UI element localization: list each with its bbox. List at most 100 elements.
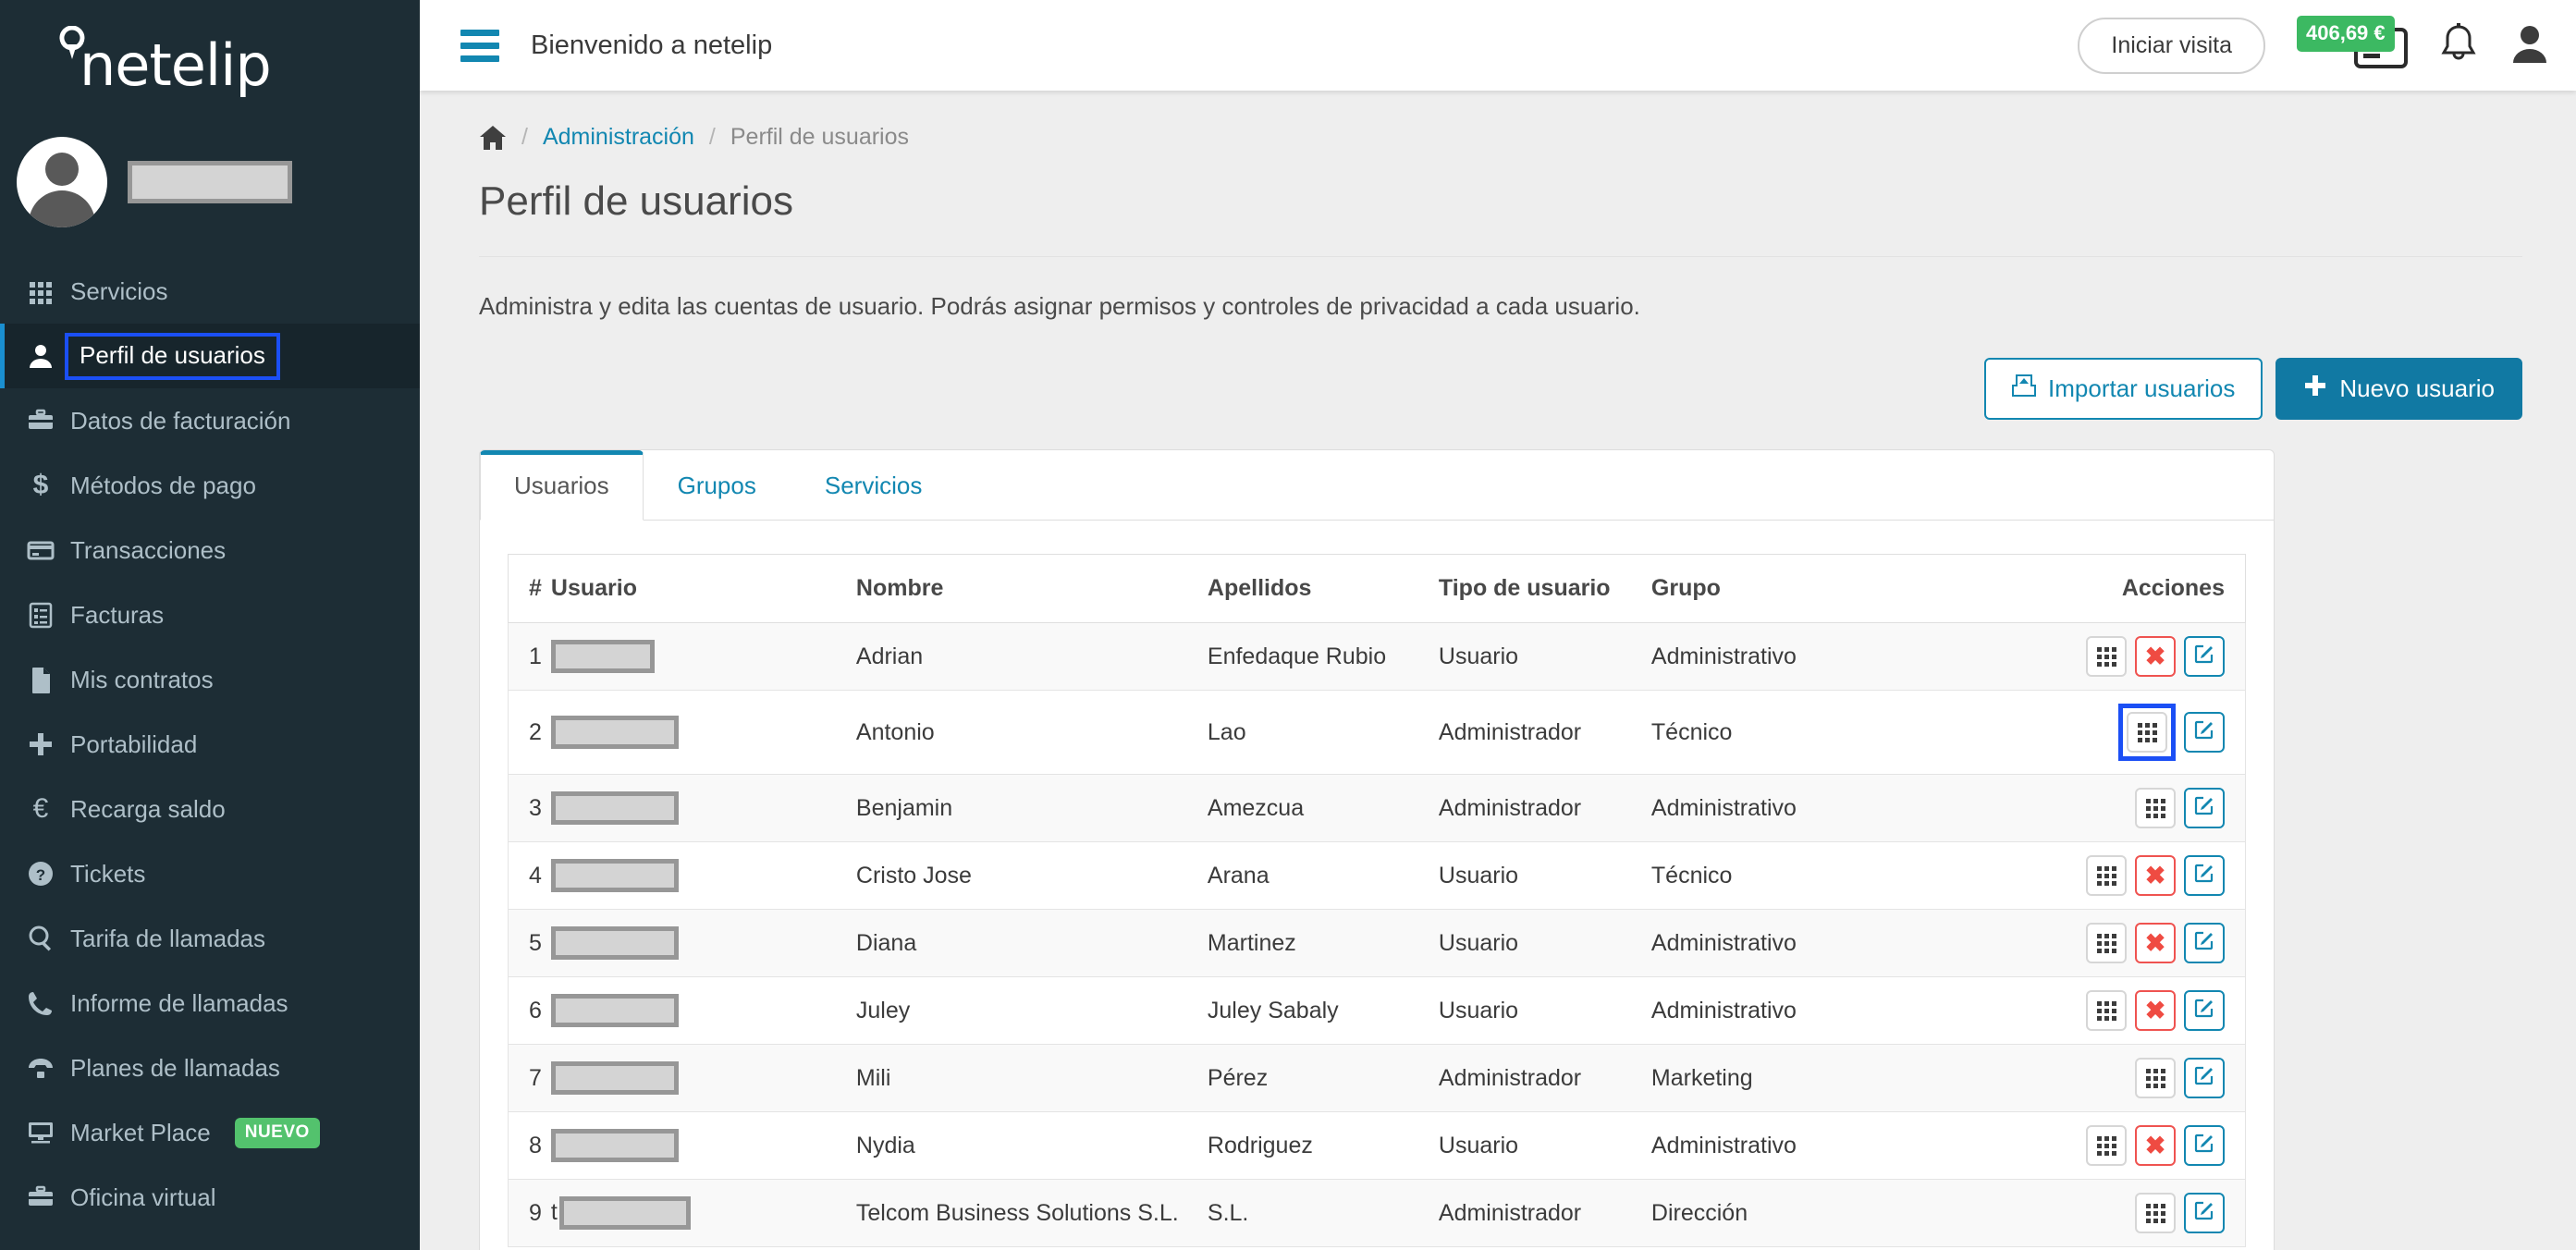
row-grid-button[interactable] bbox=[2135, 788, 2176, 828]
row-actions-cell bbox=[1919, 774, 2246, 842]
row-grid-button[interactable] bbox=[2127, 712, 2167, 753]
row-index: 3 bbox=[507, 774, 551, 842]
row-edit-button[interactable] bbox=[2184, 1193, 2225, 1233]
row-usuario-redacted bbox=[558, 1196, 691, 1230]
sidebar-item-label: Recarga saldo bbox=[70, 794, 226, 823]
sidebar-item-transacciones[interactable]: Transacciones bbox=[0, 518, 420, 582]
grid-action-wrapper bbox=[2135, 788, 2176, 828]
row-delete-button[interactable]: ✖ bbox=[2135, 923, 2176, 963]
hamburger-icon[interactable] bbox=[460, 29, 499, 62]
sidebar-item-market-place[interactable]: Market Place NUEVO bbox=[0, 1100, 420, 1165]
home-icon[interactable] bbox=[479, 125, 507, 151]
sidebar-item-perfil-de-usuarios[interactable]: Perfil de usuarios bbox=[0, 324, 420, 388]
row-grid-button[interactable] bbox=[2086, 990, 2127, 1031]
import-icon bbox=[2012, 374, 2037, 404]
row-edit-button[interactable] bbox=[2184, 788, 2225, 828]
users-card: Usuarios Grupos Servicios # Usuario Nombre Ap… bbox=[479, 449, 2275, 1250]
sidebar-item-tarifa-de-llamadas[interactable]: Tarifa de llamadas bbox=[0, 906, 420, 971]
import-users-button[interactable]: Importar usuarios bbox=[1984, 358, 2263, 420]
tab-servicios[interactable]: Servicios bbox=[791, 450, 956, 521]
row-edit-button[interactable] bbox=[2184, 990, 2225, 1031]
balance-widget[interactable]: 406,69 € bbox=[2297, 14, 2408, 77]
row-nombre: Benjamin bbox=[855, 774, 1208, 842]
row-apellidos: Lao bbox=[1207, 690, 1439, 775]
grid-dots-icon bbox=[2137, 722, 2157, 742]
sidebar-item-mis-contratos[interactable]: Mis contratos bbox=[0, 647, 420, 712]
row-grupo: Dirección bbox=[1650, 1179, 1920, 1247]
row-usuario-cell bbox=[550, 690, 856, 775]
row-grid-button[interactable] bbox=[2135, 1193, 2176, 1233]
row-edit-button[interactable] bbox=[2184, 636, 2225, 677]
row-grid-button[interactable] bbox=[2086, 636, 2127, 677]
tab-grupos[interactable]: Grupos bbox=[644, 450, 791, 521]
row-actions: ✖ bbox=[1920, 1125, 2225, 1166]
row-edit-button[interactable] bbox=[2184, 855, 2225, 896]
sidebar-item-planes-de-llamadas[interactable]: Planes de llamadas bbox=[0, 1036, 420, 1100]
row-grupo: Administrativo bbox=[1650, 622, 1920, 691]
row-delete-button[interactable]: ✖ bbox=[2135, 1125, 2176, 1166]
row-grid-button[interactable] bbox=[2086, 923, 2127, 963]
users-table-body: 1 Adrian Enfedaque Rubio Usuario Administrat… bbox=[507, 622, 2246, 1247]
row-grid-button[interactable] bbox=[2135, 1058, 2176, 1098]
row-apellidos: Enfedaque Rubio bbox=[1207, 622, 1439, 691]
sidebar-item-portabilidad[interactable]: Portabilidad bbox=[0, 712, 420, 777]
sidebar-item-label: Informe de llamadas bbox=[70, 988, 288, 1017]
dollar-icon: $ bbox=[32, 470, 49, 500]
breadcrumb: / Administración / Perfil de usuarios bbox=[479, 124, 2522, 151]
users-table: # Usuario Nombre Apellidos Tipo de usuario Gr… bbox=[507, 554, 2246, 1247]
sidebar-item-informe-de-llamadas[interactable]: Informe de llamadas bbox=[0, 971, 420, 1036]
row-index: 6 bbox=[507, 976, 551, 1045]
row-delete-button[interactable]: ✖ bbox=[2135, 990, 2176, 1031]
row-grid-button[interactable] bbox=[2086, 855, 2127, 896]
row-nombre: Telcom Business Solutions S.L. bbox=[855, 1179, 1208, 1247]
row-edit-button[interactable] bbox=[2184, 1058, 2225, 1098]
tab-usuarios[interactable]: Usuarios bbox=[480, 450, 644, 521]
sidebar-item-servicios[interactable]: Servicios bbox=[0, 259, 420, 324]
row-delete-button[interactable]: ✖ bbox=[2135, 636, 2176, 677]
row-usuario-cell bbox=[550, 1111, 856, 1180]
row-usuario-cell: t bbox=[550, 1179, 856, 1247]
brand-name: netelip bbox=[80, 31, 272, 99]
sidebar-item-tickets[interactable]: ? Tickets bbox=[0, 841, 420, 906]
row-edit-button[interactable] bbox=[2184, 923, 2225, 963]
row-edit-button[interactable] bbox=[2184, 712, 2225, 753]
bell-icon[interactable] bbox=[2439, 22, 2478, 69]
page-description: Administra y edita las cuentas de usuari… bbox=[479, 292, 1640, 320]
import-users-label: Importar usuarios bbox=[2048, 374, 2236, 402]
row-delete-button[interactable]: ✖ bbox=[2135, 855, 2176, 896]
euro-icon: € bbox=[32, 793, 49, 824]
edit-square-icon bbox=[2193, 929, 2215, 958]
sidebar-item-recarga-saldo[interactable]: € Recarga saldo bbox=[0, 777, 420, 841]
sidebar-item-facturas[interactable]: Facturas bbox=[0, 582, 420, 647]
sidebar-item-datos-de-facturaci-n[interactable]: Datos de facturación bbox=[0, 388, 420, 453]
sidebar-item-m-todos-de-pago[interactable]: $ Métodos de pago bbox=[0, 453, 420, 518]
row-usuario-cell bbox=[550, 774, 856, 842]
row-tipo-usuario: Usuario bbox=[1438, 1111, 1651, 1180]
row-usuario-prefix: t bbox=[550, 1198, 558, 1225]
row-grid-button[interactable] bbox=[2086, 1125, 2127, 1166]
grid-action-wrapper bbox=[2118, 704, 2176, 761]
sidebar-item-oficina-virtual[interactable]: Oficina virtual bbox=[0, 1165, 420, 1230]
row-tipo-usuario: Usuario bbox=[1438, 976, 1651, 1045]
start-visit-button[interactable]: Iniciar visita bbox=[2078, 17, 2265, 74]
edit-square-icon bbox=[2193, 862, 2215, 890]
row-edit-button[interactable] bbox=[2184, 1125, 2225, 1166]
row-tipo-usuario: Administrador bbox=[1438, 774, 1651, 842]
new-user-button[interactable]: Nuevo usuario bbox=[2275, 358, 2522, 420]
row-actions-cell: ✖ bbox=[1919, 1111, 2246, 1180]
table-header-row: # Usuario Nombre Apellidos Tipo de usuario Gr… bbox=[507, 554, 2246, 623]
edit-square-icon bbox=[2193, 643, 2215, 671]
edit-square-icon bbox=[2193, 997, 2215, 1025]
row-index: 8 bbox=[507, 1111, 551, 1180]
grid-dots-icon bbox=[2145, 1068, 2165, 1088]
sidebar: netelip Servicios Perfil de usuarios Datos… bbox=[0, 0, 420, 1250]
user-account-icon[interactable] bbox=[2509, 22, 2550, 69]
table-row: 2 Antonio Lao Administrador Técnico bbox=[507, 690, 2246, 775]
row-apellidos: Rodriguez bbox=[1207, 1111, 1439, 1180]
row-actions-cell bbox=[1919, 1179, 2246, 1247]
row-tipo-usuario: Administrador bbox=[1438, 690, 1651, 775]
row-usuario-cell bbox=[550, 909, 856, 977]
table-row: 1 Adrian Enfedaque Rubio Usuario Administrat… bbox=[507, 622, 2246, 691]
row-nombre: Diana bbox=[855, 909, 1208, 977]
breadcrumb-link-administracion[interactable]: Administración bbox=[543, 124, 694, 151]
